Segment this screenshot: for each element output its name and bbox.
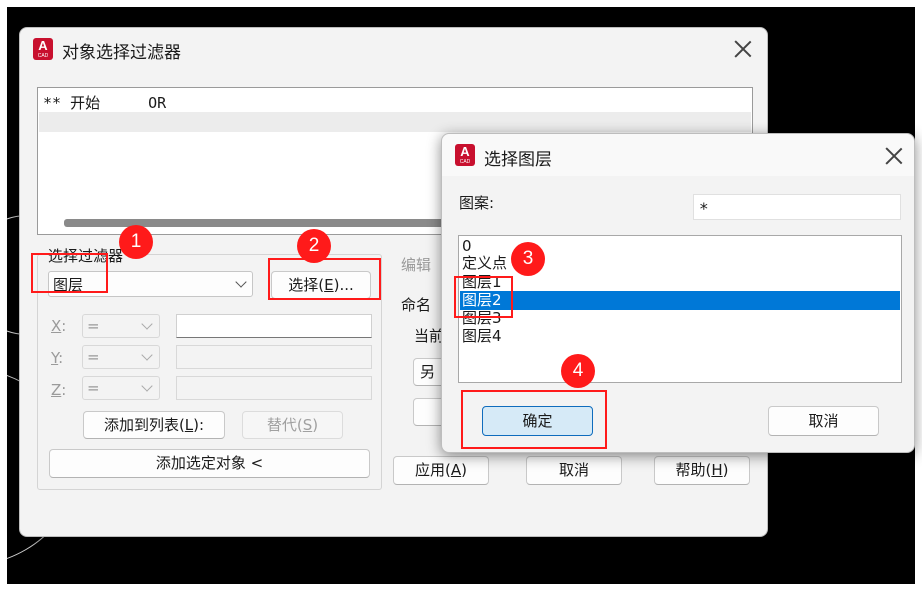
y-label: Y: xyxy=(51,349,64,367)
chevron-down-icon xyxy=(141,318,153,330)
dialog-title: 对象选择过滤器 xyxy=(62,43,181,63)
layer-list-item-selected[interactable]: 图层2 xyxy=(460,291,900,310)
layer-list-item[interactable]: 图层4 xyxy=(460,327,900,346)
apply-button[interactable]: 应用(A) xyxy=(393,456,489,485)
dialog-title: 选择图层 xyxy=(484,150,552,170)
layer-list-item[interactable]: 图层3 xyxy=(460,309,900,328)
title-bar[interactable]: A CAD 对象选择过滤器 xyxy=(20,28,767,70)
chevron-down-icon xyxy=(141,380,153,392)
z-label: Z: xyxy=(51,381,67,399)
x-operator-dropdown[interactable]: = xyxy=(82,314,160,338)
annotation-badge-4: 4 xyxy=(561,354,595,388)
pattern-label: 图案: xyxy=(459,194,495,212)
autocad-app-icon: A CAD xyxy=(455,144,475,166)
annotation-box-1 xyxy=(31,253,108,293)
help-button[interactable]: 帮助(H) xyxy=(654,456,750,485)
z-operator-dropdown[interactable]: = xyxy=(82,376,160,400)
annotation-box-4 xyxy=(461,390,607,449)
y-value-input[interactable] xyxy=(176,345,372,369)
y-operator-dropdown[interactable]: = xyxy=(82,345,160,369)
annotation-box-2 xyxy=(268,258,381,300)
annotation-badge-1: 1 xyxy=(119,225,153,259)
horizontal-scrollbar[interactable] xyxy=(64,219,444,227)
add-selected-object-button[interactable]: 添加选定对象 < xyxy=(49,449,370,478)
close-icon[interactable] xyxy=(884,146,904,166)
substitute-button[interactable]: 替代(S) xyxy=(242,411,343,439)
chevron-down-icon xyxy=(141,349,153,361)
current-label: 当前 xyxy=(414,327,445,345)
autocad-app-icon: A CAD xyxy=(33,38,53,60)
cancel-button[interactable]: 取消 xyxy=(526,456,622,485)
cancel-button[interactable]: 取消 xyxy=(768,406,879,436)
named-filters-label: 命名 xyxy=(401,296,432,314)
filter-list-row[interactable]: ** 开始 OR xyxy=(43,92,166,113)
z-value-input[interactable] xyxy=(176,376,372,400)
pattern-input[interactable]: * xyxy=(693,194,901,220)
add-to-list-button[interactable]: 添加到列表(L): xyxy=(83,411,225,439)
title-bar[interactable]: A CAD 选择图层 xyxy=(442,134,914,176)
x-label: X: xyxy=(51,317,67,335)
annotation-badge-2: 2 xyxy=(297,229,331,263)
annotation-badge-3: 3 xyxy=(511,242,545,276)
x-value-input[interactable] xyxy=(176,314,372,338)
edit-label: 编辑 xyxy=(401,256,432,274)
filter-list-row-empty[interactable] xyxy=(39,112,751,132)
annotation-box-3 xyxy=(454,276,513,318)
chevron-down-icon xyxy=(235,276,247,288)
close-icon[interactable] xyxy=(733,39,753,59)
